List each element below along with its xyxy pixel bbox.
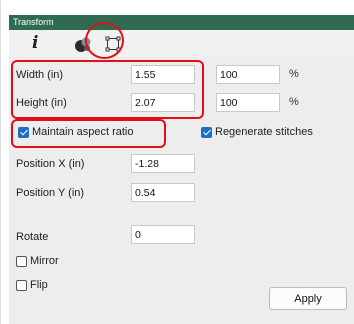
width-percent-unit: % — [289, 68, 299, 80]
panel-title: Transform — [13, 17, 54, 27]
height-percent-input[interactable] — [216, 93, 280, 112]
width-label: Width (in) — [16, 69, 64, 81]
mirror-label: Mirror — [30, 255, 59, 267]
position-y-input[interactable] — [131, 183, 195, 202]
width-percent-input[interactable] — [216, 65, 280, 84]
apply-button[interactable]: Apply — [269, 287, 347, 310]
rotate-label: Rotate — [16, 231, 49, 243]
flip-label: Flip — [30, 279, 48, 291]
width-input[interactable] — [131, 65, 195, 84]
panel-toolbar: i — [9, 30, 354, 58]
regenerate-stitches-label: Regenerate stitches — [215, 126, 313, 138]
height-input[interactable] — [131, 93, 195, 112]
maintain-aspect-label: Maintain aspect ratio — [32, 126, 134, 138]
panel-title-bar: Transform — [9, 15, 354, 30]
rotate-input[interactable] — [131, 225, 195, 244]
mirror-checkbox[interactable] — [16, 256, 27, 267]
height-percent-unit: % — [289, 96, 299, 108]
flip-checkbox[interactable] — [16, 280, 27, 291]
maintain-aspect-checkbox[interactable] — [18, 127, 29, 138]
height-label: Height (in) — [16, 97, 67, 109]
regenerate-stitches-checkbox[interactable] — [201, 127, 212, 138]
position-y-label: Position Y (in) — [16, 187, 85, 199]
info-icon[interactable]: i — [32, 33, 38, 53]
shape-tab-highlight-annotation — [85, 22, 124, 59]
transform-panel: Transform i Width (in) % Height (in) % M… — [0, 0, 354, 324]
position-x-input[interactable] — [131, 154, 195, 173]
position-x-label: Position X (in) — [16, 158, 85, 170]
